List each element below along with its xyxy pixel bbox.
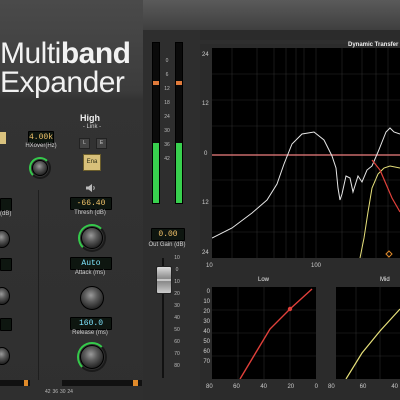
low-transfer-svg [212,287,316,380]
low-x-label: 60 [233,384,240,390]
fader-tick: 50 [174,327,180,333]
fader-tick: 20 [174,291,180,297]
fader-tick: 70 [174,351,180,357]
mid-transfer-curve [345,308,400,380]
low-y-label: 40 [203,329,210,335]
crossover-marker[interactable] [385,250,393,258]
fader-tick: 30 [174,303,180,309]
meter-scale-label: 36 [52,389,59,395]
low-x-label: 40 [260,384,267,390]
high-attack-knob[interactable] [80,286,104,310]
low-y-label: 20 [203,309,210,315]
high-enable-button[interactable]: Ena [83,154,101,171]
link-e-button[interactable]: E [96,138,107,149]
high-release-label: Release (ms) [72,330,108,336]
xover-label: HXover(Hz) [25,143,57,149]
high-thresh-value[interactable]: -66.40 [70,197,112,210]
meter-tick: 0 [165,58,169,64]
white-response-curve [211,127,400,239]
output-meter-right [175,42,183,204]
graph-y-label: 12 [202,200,209,206]
meter-tick: 12 [164,86,170,92]
fader-tick: 40 [174,315,180,321]
band-divider [38,190,39,380]
low-transfer-y-axis: 0 10 20 30 40 50 60 70 [200,287,210,367]
low-thresh-label: (dB) [0,211,12,217]
fader-scale: 10 0 10 20 30 40 50 60 70 80 [172,255,182,375]
mid-x-label: 40 [391,384,398,390]
link-label: - Link - [82,124,102,130]
low-y-label: 30 [203,319,210,325]
plugin-subtitle: Expander [0,66,125,99]
high-attack-label: Attack (ms) [74,270,106,276]
low-transfer-title: Low [258,277,270,283]
low-transfer-curve [239,288,313,380]
mid-transfer-title: Mid [380,277,390,283]
low-enable-button-edge[interactable] [0,132,6,144]
low-attack-display[interactable] [0,258,12,271]
low-y-label: 70 [203,359,210,365]
meter-tick: 42 [164,156,170,162]
high-release-knob[interactable] [80,345,104,369]
high-thresh-label: Thresh (dB) [74,210,106,216]
meter-tick: 30 [164,128,170,134]
speaker-icon[interactable] [85,180,97,192]
mid-transfer-svg [336,287,400,380]
low-band-meter [0,380,30,386]
mid-x-label: 60 [359,384,367,390]
low-release-display[interactable] [0,318,12,331]
graph-y-label: 0 [204,151,208,157]
graph-y-label: 12 [202,101,209,107]
graph-x-label: 100 [311,263,322,269]
low-thresh-display[interactable] [0,198,12,211]
meter-scale-label: 24 [67,389,73,395]
meter-tick: 18 [164,100,170,106]
high-attack-value[interactable]: Auto [70,257,112,270]
low-y-label: 60 [203,349,210,355]
graph-y-label: 24 [202,250,209,256]
link-l-button[interactable]: L [79,138,90,149]
high-thresh-knob[interactable] [81,227,103,249]
mid-transfer-graph[interactable] [336,287,400,380]
low-transfer-x-axis: 80 60 40 20 0 [206,384,318,390]
xover-knob[interactable] [32,160,48,176]
high-release-value[interactable]: 160.0 [70,317,112,330]
fader-tick: 10 [174,279,180,285]
meter-scale-label: 30 [59,389,66,395]
fader-tick: 80 [174,363,180,369]
graph-y-label: 24 [202,52,209,58]
band-meter-scale: 42 36 30 24 [45,389,73,395]
output-meter-left [152,42,160,204]
out-gain-fader[interactable] [156,266,172,294]
meter-tick: 36 [164,142,170,148]
plugin-title: Multiband [0,38,131,69]
graph-x-label: 10 [206,263,213,269]
out-gain-label: Out Gain (dB) [148,242,186,248]
low-threshold-point[interactable] [287,306,293,312]
meter-scale-label: 42 [45,389,51,395]
fader-tick: 10 [174,255,180,261]
fader-tick: 0 [175,267,179,273]
low-x-label: 0 [314,384,318,390]
low-y-label: 10 [203,299,210,305]
low-y-label: 50 [203,339,210,345]
out-gain-value[interactable]: 0.00 [151,228,185,241]
high-band-meter [62,380,142,386]
output-meter-scale: 0 6 12 18 24 30 36 42 [160,58,174,170]
mid-transfer-x-axis: 80 60 40 [328,384,398,390]
low-y-label: 0 [206,289,210,295]
fader-tick: 60 [174,339,180,345]
dynamic-transfer-graph[interactable] [211,48,400,259]
low-x-label: 20 [287,384,295,390]
low-transfer-graph[interactable] [212,287,316,380]
low-x-label: 80 [206,384,213,390]
meter-tick: 6 [165,72,169,78]
dynamic-transfer-svg [211,48,400,259]
mid-x-label: 80 [328,384,335,390]
high-band-title: High [80,113,100,123]
meter-tick: 24 [164,114,170,120]
